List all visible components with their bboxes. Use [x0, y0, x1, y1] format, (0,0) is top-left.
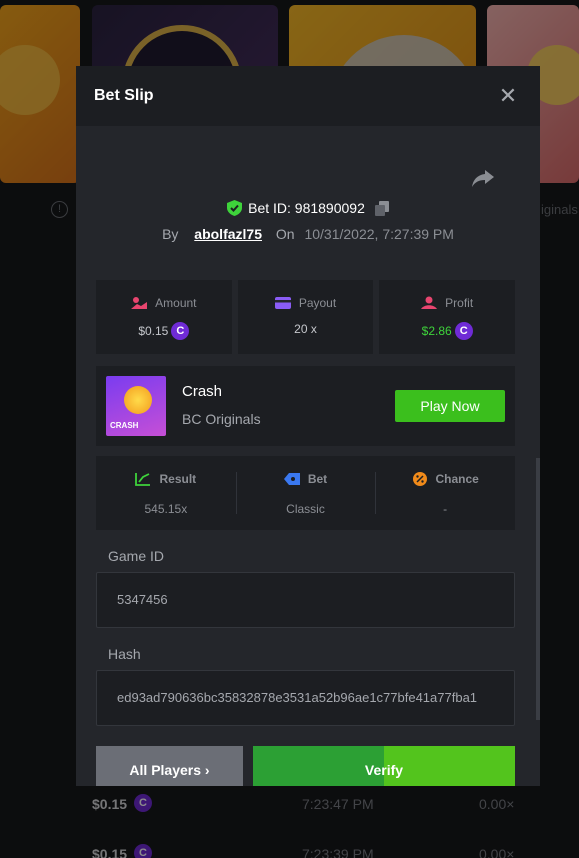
bet-id-text: Bet ID: 981890092 [248, 200, 365, 216]
amount-icon [131, 297, 148, 309]
amount-value: $0.15 [138, 324, 169, 338]
close-icon[interactable]: ✕ [496, 84, 520, 108]
copy-icon[interactable] [374, 200, 389, 216]
result-value: 545.15x [144, 502, 188, 516]
game-provider: BC Originals [182, 411, 261, 427]
verified-shield-icon [227, 200, 243, 216]
bet-details: Result 545.15x Bet Classic Chance - [96, 456, 515, 530]
hash-field[interactable]: ed93ad790636bc35832878e3531a52b96ae1c77b… [96, 670, 515, 726]
stat-payout: Payout 20 x [237, 280, 374, 354]
payout-value: 20 x [294, 322, 317, 336]
game-id-label: Game ID [108, 548, 165, 564]
result-chart-icon [135, 473, 151, 486]
bet-tag-icon [283, 473, 300, 485]
payout-card-icon [274, 297, 291, 309]
chance-value: - [443, 502, 448, 516]
detail-bet: Bet Classic [235, 456, 376, 530]
coin-icon: C [454, 322, 473, 340]
profit-label: Profit [445, 296, 474, 310]
username-link[interactable]: abolfazl75 [194, 226, 262, 242]
profit-value: $2.86 [421, 324, 452, 338]
chance-percent-icon [412, 472, 427, 486]
modal-scrollbar[interactable] [536, 458, 540, 720]
game-id-field[interactable]: 5347456 [96, 572, 515, 628]
payout-label: Payout [298, 296, 337, 310]
amount-label: Amount [155, 296, 197, 310]
bet-slip-modal: Bet Slip ✕ Bet ID: 981890092 By abolfazl… [76, 66, 540, 786]
verify-button[interactable]: Verify [253, 746, 515, 786]
result-label: Result [159, 472, 197, 486]
share-icon[interactable] [471, 167, 495, 189]
bet-id-row: Bet ID: 981890092 [76, 200, 540, 219]
stat-amount: Amount $0.15 C [96, 280, 232, 354]
all-players-button[interactable]: All Players › [96, 746, 243, 786]
play-now-button[interactable]: Play Now [395, 390, 505, 422]
bet-stats: Amount $0.15 C Payout 20 x Profit $2.86 … [96, 280, 516, 354]
on-label: On [275, 226, 295, 242]
bet-label: Bet [307, 472, 328, 486]
coin-icon: C [171, 322, 190, 340]
game-card: CRASH Crash BC Originals Play Now [96, 366, 515, 446]
game-name: Crash [182, 383, 223, 400]
hash-label: Hash [108, 646, 141, 662]
crash-game-thumbnail[interactable]: CRASH [106, 376, 166, 436]
crash-ball-icon [124, 386, 152, 414]
stat-profit: Profit $2.86 C [379, 280, 516, 354]
thumbnail-label: CRASH [110, 421, 139, 430]
modal-title: Bet Slip [94, 87, 154, 104]
by-row: By abolfazl75 On 10/31/2022, 7:27:39 PM [76, 226, 540, 242]
chance-label: Chance [435, 472, 479, 486]
bet-date: 10/31/2022, 7:27:39 PM [304, 226, 454, 242]
detail-result: Result 545.15x [96, 456, 236, 530]
by-label: By [162, 226, 179, 242]
bet-value: Classic [286, 502, 325, 516]
modal-header: Bet Slip ✕ [76, 66, 540, 126]
detail-chance: Chance - [375, 456, 515, 530]
footer-actions: All Players › Verify [96, 746, 515, 786]
profit-icon [421, 296, 438, 309]
